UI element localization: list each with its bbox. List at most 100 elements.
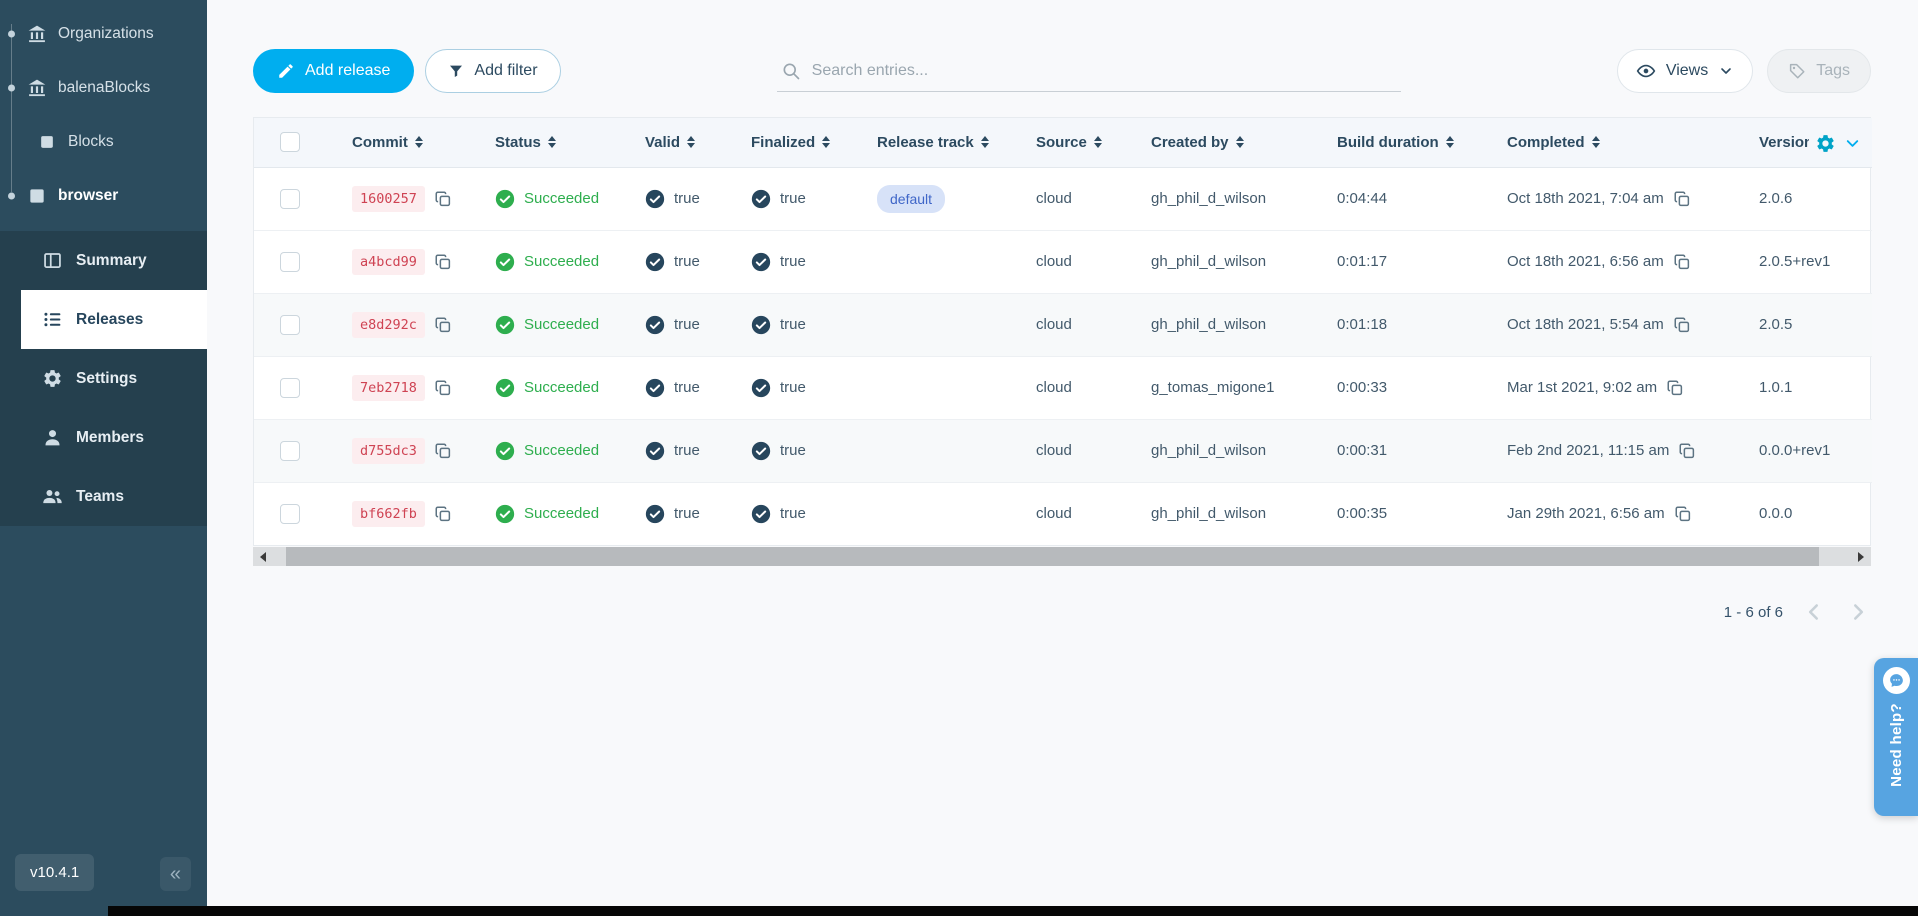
column-header-valid[interactable]: Valid <box>635 118 741 167</box>
sidebar: Organizations balenaBlocks Blocks browse… <box>0 0 207 916</box>
table-row[interactable]: e8d292c Succeeded true true cloud gh_phi… <box>254 293 1872 356</box>
menu-item-label: Members <box>76 429 144 447</box>
finalized-label: true <box>780 253 806 270</box>
check-icon <box>751 315 771 335</box>
copy-icon[interactable] <box>1673 316 1691 334</box>
scroll-left-arrow[interactable] <box>253 547 273 566</box>
sidebar-item-browser[interactable]: browser <box>0 169 207 223</box>
row-checkbox[interactable] <box>280 252 300 272</box>
need-help-label: Need help? <box>1888 703 1905 787</box>
sidebar-item-members[interactable]: Members <box>0 408 207 467</box>
copy-icon[interactable] <box>434 442 452 460</box>
table-row[interactable]: 7eb2718 Succeeded true true cloud g_toma… <box>254 356 1872 419</box>
copy-icon[interactable] <box>434 253 452 271</box>
column-header-completed[interactable]: Completed <box>1497 118 1749 167</box>
copy-icon[interactable] <box>1673 253 1691 271</box>
column-header-commit[interactable]: Commit <box>342 118 485 167</box>
succeeded-icon <box>495 378 515 398</box>
row-checkbox[interactable] <box>280 378 300 398</box>
need-help-tab[interactable]: Need help? <box>1874 658 1918 816</box>
copy-icon[interactable] <box>434 190 452 208</box>
add-filter-button[interactable]: Add filter <box>425 49 560 93</box>
menu-item-label: Settings <box>76 370 137 388</box>
copy-icon[interactable] <box>1678 442 1696 460</box>
organization-icon <box>27 24 47 44</box>
check-icon <box>645 504 665 524</box>
commit-hash[interactable]: 1600257 <box>352 186 425 212</box>
completed-label: Oct 18th 2021, 7:04 am <box>1507 190 1664 207</box>
check-icon <box>645 441 665 461</box>
release-track-badge: default <box>877 185 945 213</box>
created-by-label: gh_phil_d_wilson <box>1151 253 1266 270</box>
collapse-sidebar-button[interactable]: « <box>160 857 191 891</box>
table-row[interactable]: bf662fb Succeeded true true cloud gh_phi… <box>254 482 1872 545</box>
tree-node-dot <box>8 85 15 92</box>
version-label: 2.0.5+rev1 <box>1759 253 1830 270</box>
valid-label: true <box>674 253 700 270</box>
table-header-row: Commit Status Valid Finalized Release tr… <box>254 118 1872 167</box>
scrollbar-track[interactable] <box>273 547 1851 566</box>
table-row[interactable]: d755dc3 Succeeded true true cloud gh_phi… <box>254 419 1872 482</box>
search-input[interactable] <box>812 62 1397 80</box>
fleet-icon <box>27 186 47 206</box>
row-checkbox[interactable] <box>280 189 300 209</box>
table-row[interactable]: 1600257 Succeeded true true default clou… <box>254 167 1872 230</box>
tag-icon <box>1788 62 1806 80</box>
sidebar-item-settings[interactable]: Settings <box>0 349 207 408</box>
check-icon <box>645 189 665 209</box>
chevron-down-icon <box>1718 63 1734 79</box>
sidebar-item-blocks[interactable]: Blocks <box>0 115 207 169</box>
releases-icon <box>42 309 63 330</box>
build-duration-label: 0:01:18 <box>1337 316 1387 333</box>
column-header-source[interactable]: Source <box>1026 118 1141 167</box>
check-icon <box>751 504 771 524</box>
select-all-checkbox[interactable] <box>280 132 300 152</box>
completed-label: Jan 29th 2021, 6:56 am <box>1507 505 1665 522</box>
table-row[interactable]: a4bcd99 Succeeded true true cloud gh_phi… <box>254 230 1872 293</box>
toolbar: Add release Add filter Views Tags <box>253 49 1871 93</box>
source-label: cloud <box>1036 316 1072 333</box>
version-badge[interactable]: v10.4.1 <box>15 854 94 891</box>
copy-icon[interactable] <box>1673 190 1691 208</box>
sidebar-item-organizations[interactable]: Organizations <box>0 7 207 61</box>
copy-icon[interactable] <box>1674 505 1692 523</box>
row-checkbox[interactable] <box>280 504 300 524</box>
scrollbar-thumb[interactable] <box>286 547 1819 566</box>
pagination-range-label: 1 - 6 of 6 <box>1724 604 1783 621</box>
row-checkbox[interactable] <box>280 315 300 335</box>
tree-item-label: browser <box>58 187 118 205</box>
views-button[interactable]: Views <box>1617 49 1753 93</box>
status-label: Succeeded <box>524 253 599 270</box>
add-release-button[interactable]: Add release <box>253 49 414 93</box>
block-icon <box>37 132 57 152</box>
column-settings-gear-icon[interactable] <box>1815 133 1836 154</box>
column-header-created-by[interactable]: Created by <box>1141 118 1327 167</box>
commit-hash[interactable]: 7eb2718 <box>352 375 425 401</box>
copy-icon[interactable] <box>434 316 452 334</box>
copy-icon[interactable] <box>434 505 452 523</box>
sort-icon <box>1236 136 1244 148</box>
commit-hash[interactable]: bf662fb <box>352 501 425 527</box>
column-header-build-duration[interactable]: Build duration <box>1327 118 1497 167</box>
succeeded-icon <box>495 315 515 335</box>
commit-hash[interactable]: d755dc3 <box>352 438 425 464</box>
commit-hash[interactable]: e8d292c <box>352 312 425 338</box>
sidebar-item-teams[interactable]: Teams <box>0 467 207 526</box>
scroll-right-arrow[interactable] <box>1851 547 1871 566</box>
sidebar-item-summary[interactable]: Summary <box>0 231 207 290</box>
row-checkbox[interactable] <box>280 441 300 461</box>
column-settings-chevron-icon[interactable] <box>1843 134 1862 153</box>
commit-hash[interactable]: a4bcd99 <box>352 249 425 275</box>
column-header-release-track[interactable]: Release track <box>867 118 1026 167</box>
sort-icon <box>1446 136 1454 148</box>
sidebar-item-balenablocks[interactable]: balenaBlocks <box>0 61 207 115</box>
sidebar-tree: Organizations balenaBlocks Blocks browse… <box>0 0 207 223</box>
copy-icon[interactable] <box>1666 379 1684 397</box>
column-header-status[interactable]: Status <box>485 118 635 167</box>
source-label: cloud <box>1036 190 1072 207</box>
sort-icon <box>687 136 695 148</box>
copy-icon[interactable] <box>434 379 452 397</box>
column-header-finalized[interactable]: Finalized <box>741 118 867 167</box>
status-label: Succeeded <box>524 190 599 207</box>
sidebar-item-releases[interactable]: Releases <box>21 290 207 349</box>
